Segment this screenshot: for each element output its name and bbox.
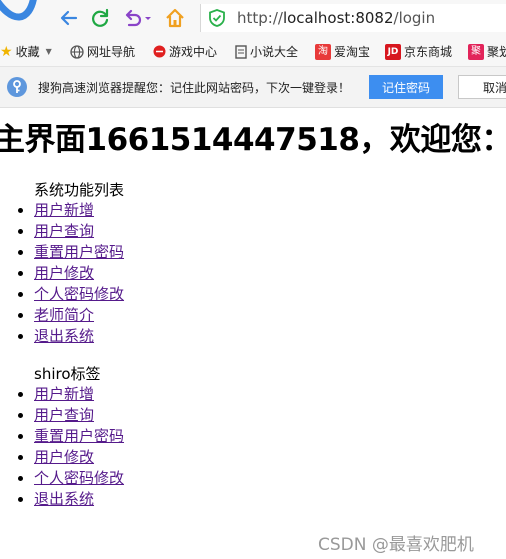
key-icon (7, 77, 27, 97)
csdn-watermark: CSDN @最喜欢肥机 (318, 535, 474, 555)
shiro-tags-label: shiro标签 (34, 365, 101, 383)
sogou-logo-icon (0, 0, 37, 21)
system-function-list-label: 系统功能列表 (34, 181, 125, 199)
user-query-link[interactable]: 用户查询 (34, 405, 94, 426)
star-icon: ★ (0, 43, 13, 60)
globe-icon (70, 44, 84, 59)
user-edit-link[interactable]: 用户修改 (34, 263, 94, 284)
dropdown-arrow-icon: ▼ (45, 47, 52, 56)
browser-toolbar: http://localhost:8082/login (0, 0, 506, 36)
bookmark-games[interactable]: 游戏中心 (153, 43, 217, 60)
change-own-password-link[interactable]: 个人密码修改 (34, 468, 124, 489)
taobao-icon: 淘 (315, 43, 331, 60)
game-icon (153, 45, 166, 58)
user-edit-link[interactable]: 用户修改 (34, 447, 94, 468)
user-add-link[interactable]: 用户新增 (34, 200, 94, 221)
bookmarks-bar: ★ 收藏 ▼ 网址导航 游戏中心 小说大全 淘 爱淘宝 JD 京东商城 聚 聚划 (0, 36, 506, 67)
logout-link[interactable]: 退出系统 (34, 489, 94, 510)
bookmark-nav[interactable]: 网址导航 (70, 43, 135, 60)
undo-close-tab-icon[interactable] (121, 7, 153, 29)
remember-password-button[interactable]: 记住密码 (369, 75, 443, 99)
address-bar[interactable]: http://localhost:8082/login (200, 4, 506, 32)
juhuasuan-icon: 聚 (468, 43, 484, 60)
jd-icon: JD (385, 43, 401, 60)
cancel-button[interactable]: 取消 (458, 75, 506, 99)
bookmark-taobao[interactable]: 淘 爱淘宝 (315, 43, 370, 60)
book-icon (235, 44, 247, 59)
teacher-intro-link[interactable]: 老师简介 (34, 305, 94, 326)
logout-link[interactable]: 退出系统 (34, 326, 94, 347)
user-add-link[interactable]: 用户新增 (34, 384, 94, 405)
bookmark-novels[interactable]: 小说大全 (235, 43, 298, 60)
user-query-link[interactable]: 用户查询 (34, 221, 94, 242)
refresh-icon[interactable] (89, 7, 111, 29)
page-title: 主界面1661514447518，欢迎您： (0, 122, 506, 158)
url-text[interactable]: http://localhost:8082/login (237, 9, 435, 27)
notification-text: 搜狗高速浏览器提醒您：记住此网站密码，下次一键登录！ (38, 81, 351, 95)
change-own-password-link[interactable]: 个人密码修改 (34, 284, 124, 305)
reset-password-link[interactable]: 重置用户密码 (34, 426, 124, 447)
bookmark-juhuasuan[interactable]: 聚 聚划 (468, 43, 506, 60)
bookmark-favorites[interactable]: ★ 收藏 ▼ (0, 43, 52, 60)
back-arrow-icon[interactable] (58, 7, 80, 29)
shield-check-icon (209, 9, 225, 27)
bookmark-jd[interactable]: JD 京东商城 (385, 43, 452, 60)
home-icon[interactable] (164, 7, 186, 29)
reset-password-link[interactable]: 重置用户密码 (34, 242, 124, 263)
password-save-notification: 搜狗高速浏览器提醒您：记住此网站密码，下次一键登录！ 记住密码 取消 (0, 67, 506, 108)
